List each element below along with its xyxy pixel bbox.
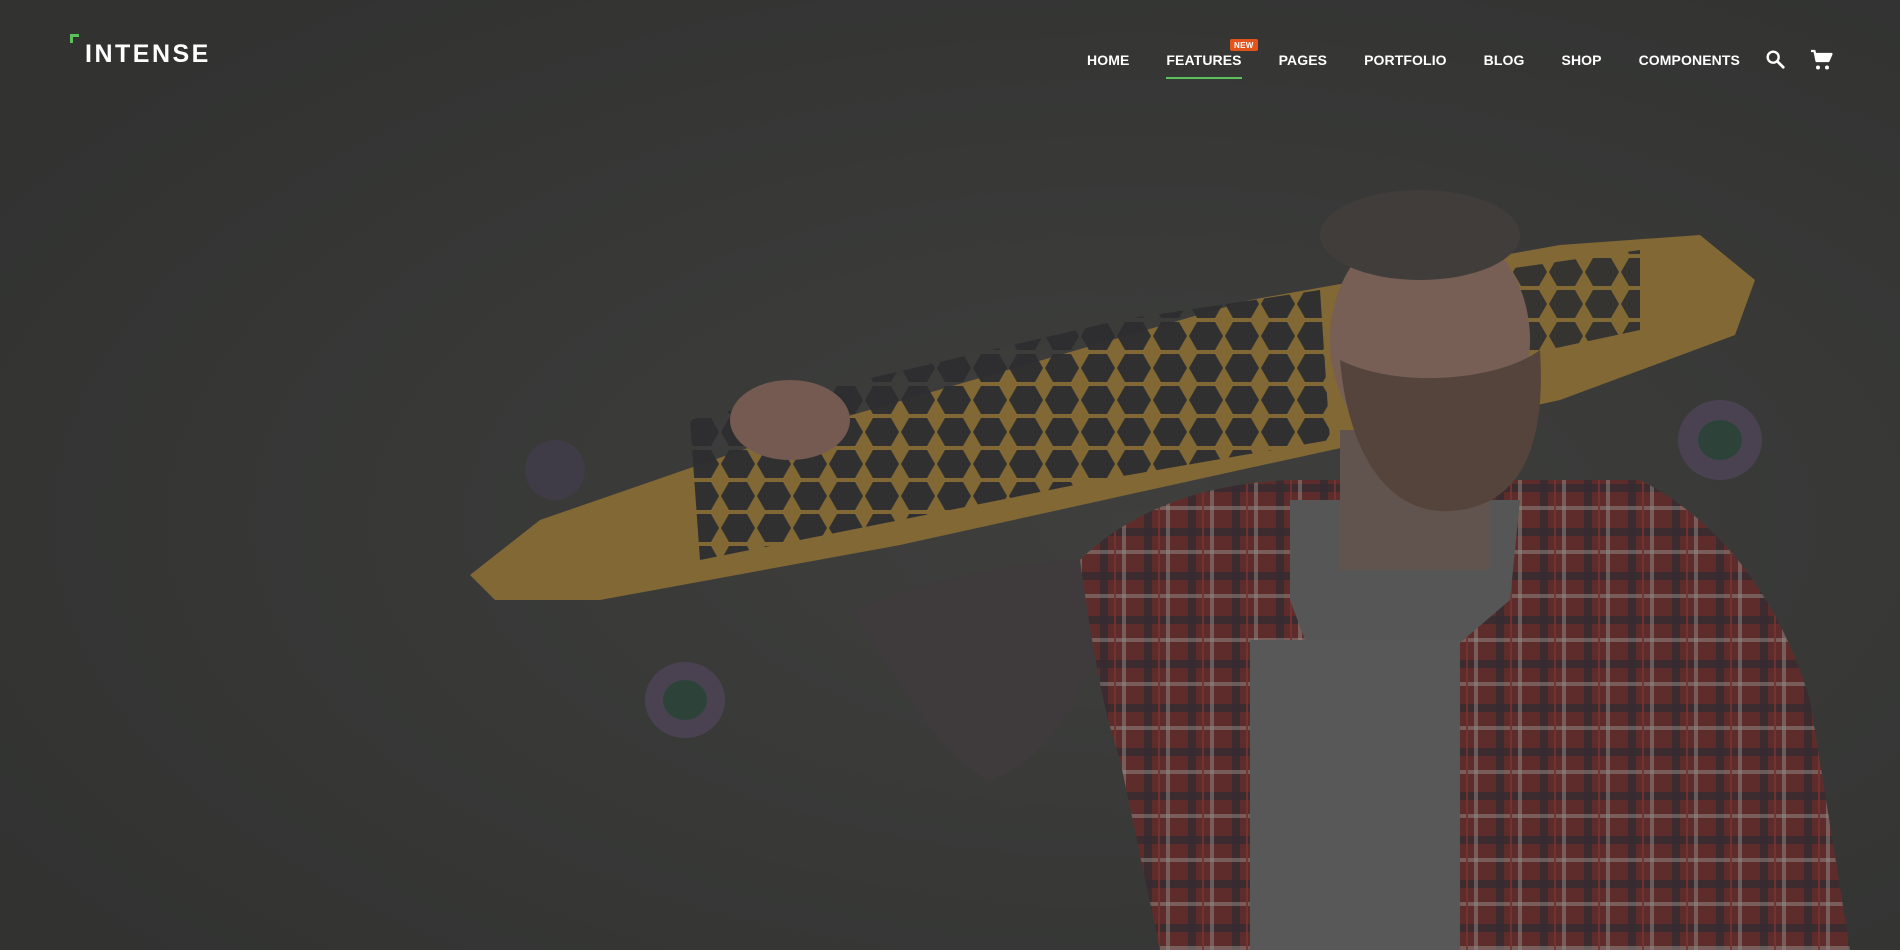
- nav-item-features-label: FEATURES: [1166, 52, 1242, 68]
- hero-image: [0, 0, 1900, 950]
- nav-item-components[interactable]: COMPONENTS: [1639, 52, 1740, 68]
- logo-corner-mark: [70, 34, 79, 43]
- main-nav: HOME FEATURES NEW PAGES PORTFOLIO BLOG S…: [1087, 39, 1777, 79]
- hero-background: [0, 0, 1900, 950]
- nav-item-portfolio[interactable]: PORTFOLIO: [1364, 52, 1447, 68]
- search-icon[interactable]: [1764, 48, 1788, 72]
- brand-name: INTENSE: [85, 40, 211, 68]
- site-header: INTENSE HOME FEATURES NEW PAGES PORTFOLI…: [0, 0, 1900, 120]
- nav-item-home[interactable]: HOME: [1087, 52, 1129, 68]
- new-badge: NEW: [1230, 39, 1258, 51]
- nav-item-shop[interactable]: SHOP: [1562, 52, 1602, 68]
- nav-item-features[interactable]: FEATURES NEW: [1166, 39, 1258, 79]
- cart-icon[interactable]: [1810, 48, 1834, 72]
- brand-logo[interactable]: INTENSE: [70, 33, 211, 73]
- nav-item-blog[interactable]: BLOG: [1484, 52, 1525, 68]
- nav-item-pages[interactable]: PAGES: [1279, 52, 1327, 68]
